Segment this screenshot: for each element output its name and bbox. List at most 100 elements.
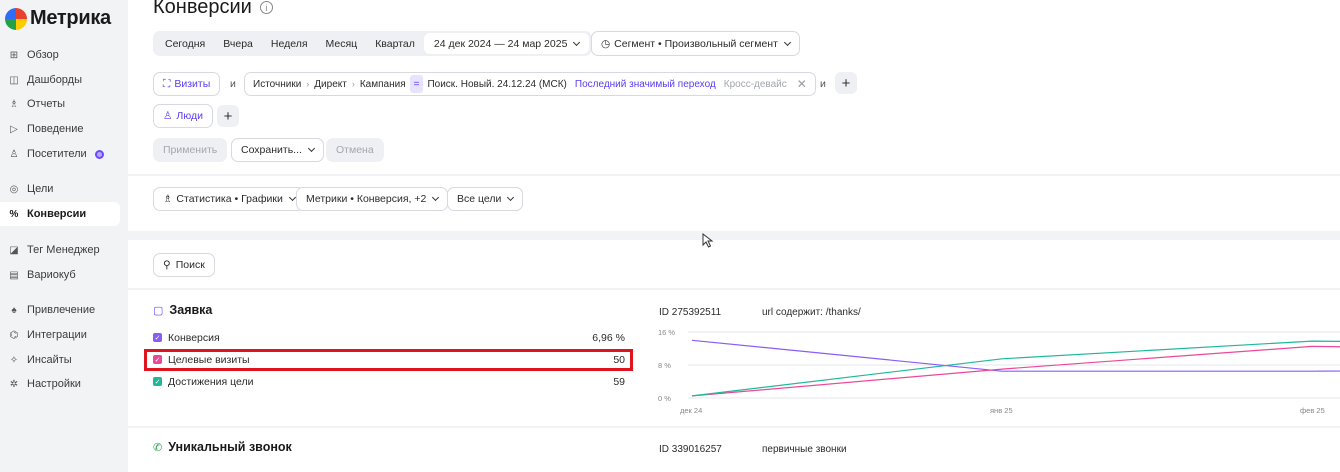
x-tick-label: дек 24	[680, 406, 702, 415]
checkbox-checked-icon[interactable]: ✓	[153, 333, 162, 342]
sidebar-item-label: Посетители	[27, 148, 87, 160]
goal-meta: ID 339016257 первичные звонки	[659, 444, 847, 455]
plug-icon: ⌬	[9, 329, 19, 341]
search-panel	[128, 240, 1340, 288]
chevron-down-icon	[783, 38, 791, 46]
gear-icon: ✲	[9, 378, 19, 390]
visits-icon: ⛶	[163, 77, 171, 90]
chevron-down-icon	[432, 193, 440, 202]
x-tick-label: фев 25	[1300, 406, 1325, 415]
sidebar-item-insights[interactable]: ✧ Инсайты	[0, 348, 120, 372]
play-icon: ▷	[10, 123, 18, 135]
period-yesterday-button[interactable]: Вчера	[214, 33, 262, 54]
metrics-dropdown[interactable]: Метрики • Конверсия, +2	[296, 187, 449, 211]
visits-filter-button[interactable]: ⛶ Визиты	[153, 72, 221, 96]
filter-value: Поиск. Новый. 24.12.24 (МСК)	[427, 78, 567, 90]
goal-title[interactable]: ▢ Заявка	[153, 303, 212, 317]
filter-campaign: Кампания	[359, 78, 406, 90]
y-tick-label: 0 %	[658, 394, 671, 403]
goal-condition: первичные звонки	[762, 444, 847, 455]
sidebar-item-settings[interactable]: ✲ Настройки	[0, 372, 120, 396]
filter-direct: Директ	[314, 78, 347, 90]
page-title-text: Конверсии	[153, 0, 252, 18]
save-dropdown-button[interactable]: Сохранить...	[231, 138, 324, 162]
metric-value: 6,96 %	[592, 331, 625, 344]
reports-icon: ♗	[163, 193, 173, 205]
chevron-down-icon	[573, 38, 581, 46]
cube-icon: ▤	[9, 269, 19, 281]
cancel-button[interactable]: Отмена	[326, 138, 384, 162]
sidebar-item-label: Тег Менеджер	[27, 244, 100, 256]
logo[interactable]: Метрика	[5, 7, 111, 30]
chevron-right-icon: ›	[306, 79, 310, 89]
logo-text: Метрика	[30, 7, 111, 29]
percent-icon: %	[9, 208, 19, 220]
metric-row-goal-reaches[interactable]: ✓ Достижения цели 59	[153, 373, 625, 390]
sidebar-item-dashboards[interactable]: ◫ Дашборды	[0, 68, 120, 92]
date-range-picker[interactable]: 24 дек 2024 — 24 мар 2025	[423, 33, 590, 54]
sidebar: Метрика ⊞ Обзор ◫ Дашборды ♗ Отчеты ▷ Поведе…	[0, 0, 128, 472]
conversion-line-chart: 0 % 8 % 16 % дек 24 янв 25 фев 25	[658, 328, 1340, 415]
goal-meta: ID 275392511 url содержит: /thanks/	[659, 307, 861, 318]
goals-dropdown[interactable]: Все цели	[447, 187, 524, 211]
cross-device-option[interactable]: Кросс-девайс	[724, 79, 787, 90]
period-month-button[interactable]: Месяц	[317, 33, 367, 54]
notification-dot-icon	[94, 149, 104, 159]
sidebar-item-variocube[interactable]: ▤ Вариокуб	[0, 263, 120, 287]
person-icon: ♙	[9, 148, 19, 160]
target-icon: ◎	[9, 183, 19, 195]
sidebar-item-label: Обзор	[27, 49, 59, 61]
sidebar-item-label: Дашборды	[27, 74, 82, 86]
sidebar-item-visitors[interactable]: ♙ Посетители	[0, 142, 120, 166]
sidebar-item-integrations[interactable]: ⌬ Интеграции	[0, 323, 120, 347]
sidebar-item-reports[interactable]: ♗ Отчеты	[0, 92, 120, 116]
chevron-down-icon	[307, 144, 315, 153]
metrics-label: Метрики • Конверсия, +2	[306, 193, 427, 205]
goals-label: Все цели	[457, 193, 502, 205]
add-filter-button[interactable]: +	[835, 72, 857, 94]
filter-condition[interactable]: Источники › Директ › Кампания = Поиск. Н…	[244, 72, 816, 96]
mouse-cursor-icon	[702, 233, 714, 248]
period-today-button[interactable]: Сегодня	[156, 33, 214, 54]
metric-row-conversion[interactable]: ✓ Конверсия 6,96 %	[153, 329, 625, 346]
goal-title-text: Заявка	[169, 303, 213, 317]
close-icon[interactable]: ✕	[797, 77, 807, 91]
reports-icon: ♗	[9, 98, 19, 110]
and-connector: и	[820, 78, 826, 90]
search-button[interactable]: ⚲ Поиск	[153, 253, 215, 277]
sidebar-item-label: Поведение	[27, 123, 84, 135]
period-quarter-button[interactable]: Квартал	[366, 33, 424, 54]
info-icon[interactable]: i	[259, 1, 273, 14]
filter-source: Источники	[253, 78, 302, 90]
apply-label: Применить	[163, 144, 218, 156]
goal-id: ID 339016257	[659, 444, 722, 455]
segment-dropdown[interactable]: ◷ Сегмент • Произвольный сегмент	[591, 31, 800, 56]
people-filter-button[interactable]: ♙ Люди	[153, 104, 213, 128]
apply-button[interactable]: Применить	[153, 138, 228, 162]
stats-view-dropdown[interactable]: ♗ Статистика • Графики	[153, 187, 305, 211]
grid-icon: ⊞	[9, 49, 19, 61]
equals-operator[interactable]: =	[409, 75, 424, 93]
sidebar-item-overview[interactable]: ⊞ Обзор	[0, 43, 120, 67]
sidebar-item-label: Интеграции	[27, 329, 87, 341]
chevron-right-icon: ›	[351, 79, 355, 89]
main-content: Конверсии i Сегодня Вчера Неделя Месяц К…	[128, 0, 1340, 472]
add-people-filter-button[interactable]: +	[217, 105, 239, 127]
date-range-label: 24 дек 2024 — 24 мар 2025	[433, 37, 568, 50]
period-week-button[interactable]: Неделя	[262, 33, 317, 54]
sidebar-item-tag-manager[interactable]: ◪ Тег Менеджер	[0, 238, 120, 262]
sidebar-item-behavior[interactable]: ▷ Поведение	[0, 117, 120, 141]
goal-title-text: Уникальный звонок	[168, 440, 292, 454]
y-tick-label: 8 %	[658, 361, 671, 370]
metrika-logo-icon	[5, 7, 27, 30]
flame-icon: ♠	[11, 304, 17, 316]
sidebar-item-goals[interactable]: ◎ Цели	[0, 177, 120, 201]
sidebar-item-conversions[interactable]: % Конверсии	[0, 202, 120, 226]
sidebar-item-label: Цели	[27, 183, 54, 195]
page-title: Конверсии i	[153, 0, 273, 19]
goal-title[interactable]: ✆ Уникальный звонок	[153, 440, 292, 454]
sidebar-item-acquisition[interactable]: ♠ Привлечение	[0, 298, 120, 322]
attribution-link[interactable]: Последний значимый переход	[575, 79, 716, 90]
tag-icon: ◪	[9, 244, 19, 256]
checkbox-checked-icon[interactable]: ✓	[153, 377, 162, 386]
